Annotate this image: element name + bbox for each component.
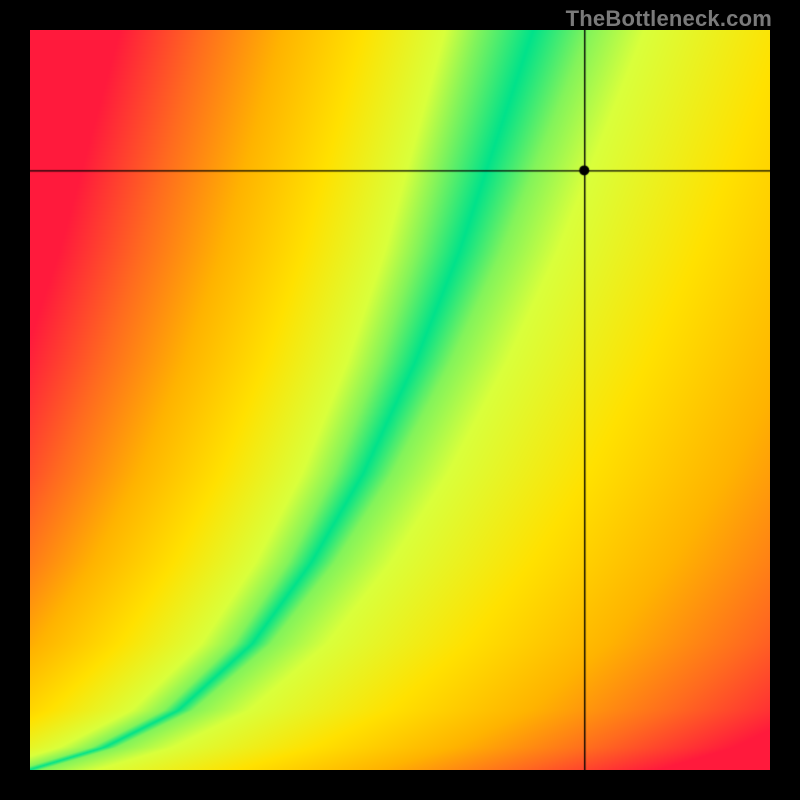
watermark-text: TheBottleneck.com [566, 6, 772, 32]
chart-frame: TheBottleneck.com [0, 0, 800, 800]
heatmap-canvas [30, 30, 770, 770]
